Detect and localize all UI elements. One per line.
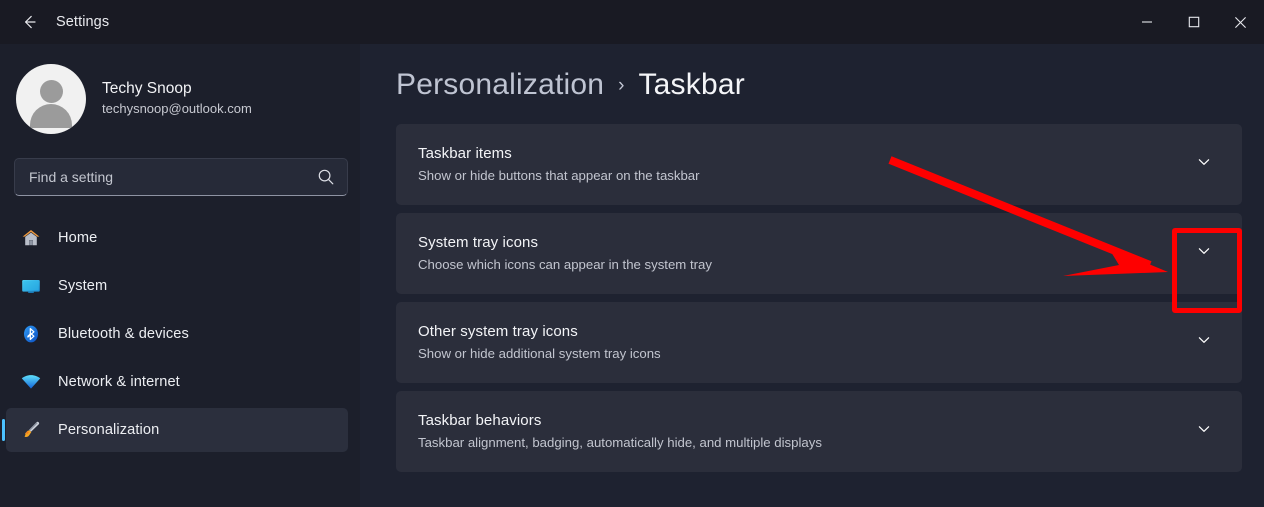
card-title: Other system tray icons [418, 323, 578, 341]
sidebar: Techy Snoop techysnoop@outlook.com Find … [0, 44, 360, 507]
back-button[interactable] [8, 6, 50, 38]
chevron-down-icon [1196, 332, 1212, 353]
search-input[interactable] [29, 169, 317, 185]
sidebar-item-label: Bluetooth & devices [58, 326, 189, 342]
search-box[interactable] [14, 158, 348, 196]
breadcrumb: Personalization › Taskbar [396, 44, 1242, 124]
expand-chevron-button[interactable] [1182, 321, 1226, 365]
search-icon [317, 168, 335, 186]
card-title: Taskbar items [418, 145, 512, 163]
sidebar-nav: Home System Bluetooth & devices Network … [0, 216, 360, 452]
chevron-down-icon [1196, 243, 1212, 264]
page-title: Taskbar [638, 68, 745, 101]
card-subtitle: Taskbar alignment, badging, automaticall… [418, 434, 822, 450]
settings-card-taskbar-items[interactable]: Taskbar items Show or hide buttons that … [396, 124, 1242, 205]
sidebar-item-system[interactable]: System [6, 264, 348, 308]
maximize-button[interactable] [1170, 0, 1217, 44]
settings-card-taskbar-behaviors[interactable]: Taskbar behaviors Taskbar alignment, bad… [396, 391, 1242, 472]
user-avatar-icon [16, 64, 86, 134]
account-name: Techy Snoop [102, 80, 192, 98]
window-controls [1123, 0, 1264, 44]
sidebar-item-label: Network & internet [58, 374, 180, 390]
account-email: techysnoop@outlook.com [102, 101, 252, 117]
settings-card-system-tray-icons[interactable]: System tray icons Choose which icons can… [396, 213, 1242, 294]
settings-window: Settings Techy Snoop techysnoop@outlook.… [0, 0, 1264, 507]
card-subtitle: Show or hide additional system tray icon… [418, 345, 661, 361]
sidebar-item-home[interactable]: Home [6, 216, 348, 260]
sidebar-item-network[interactable]: Network & internet [6, 360, 348, 404]
chevron-right-icon: › [618, 75, 625, 96]
chevron-down-icon [1196, 421, 1212, 442]
minimize-button[interactable] [1123, 0, 1170, 44]
paintbrush-icon [18, 417, 44, 443]
wifi-icon [18, 369, 44, 395]
monitor-icon [18, 273, 44, 299]
card-title: Taskbar behaviors [418, 412, 542, 430]
maximize-icon [1188, 16, 1200, 28]
title-bar: Settings [0, 0, 1264, 44]
sidebar-item-label: Personalization [58, 422, 160, 438]
home-icon [18, 225, 44, 251]
breadcrumb-parent-link[interactable]: Personalization [396, 68, 604, 102]
bluetooth-icon [18, 321, 44, 347]
expand-chevron-button[interactable] [1182, 143, 1226, 187]
main-content: Personalization › Taskbar Taskbar items … [360, 44, 1264, 507]
card-title: System tray icons [418, 234, 539, 252]
close-icon [1234, 16, 1247, 29]
expand-chevron-button[interactable] [1182, 410, 1226, 454]
close-button[interactable] [1217, 0, 1264, 44]
chevron-down-icon [1196, 154, 1212, 175]
window-body: Techy Snoop techysnoop@outlook.com Find … [0, 44, 1264, 507]
card-subtitle: Choose which icons can appear in the sys… [418, 256, 712, 272]
app-title: Settings [56, 14, 110, 30]
sidebar-item-personalization[interactable]: Personalization [2, 408, 348, 452]
sidebar-item-bluetooth[interactable]: Bluetooth & devices [6, 312, 348, 356]
expand-chevron-button[interactable] [1182, 232, 1226, 276]
account-block[interactable]: Techy Snoop techysnoop@outlook.com [0, 44, 360, 152]
settings-card-list: Taskbar items Show or hide buttons that … [396, 124, 1242, 472]
minimize-icon [1141, 16, 1153, 28]
card-subtitle: Show or hide buttons that appear on the … [418, 167, 700, 183]
settings-card-other-system-tray-icons[interactable]: Other system tray icons Show or hide add… [396, 302, 1242, 383]
sidebar-item-label: Home [58, 230, 98, 246]
back-arrow-icon [19, 12, 39, 32]
sidebar-item-label: System [58, 278, 108, 294]
